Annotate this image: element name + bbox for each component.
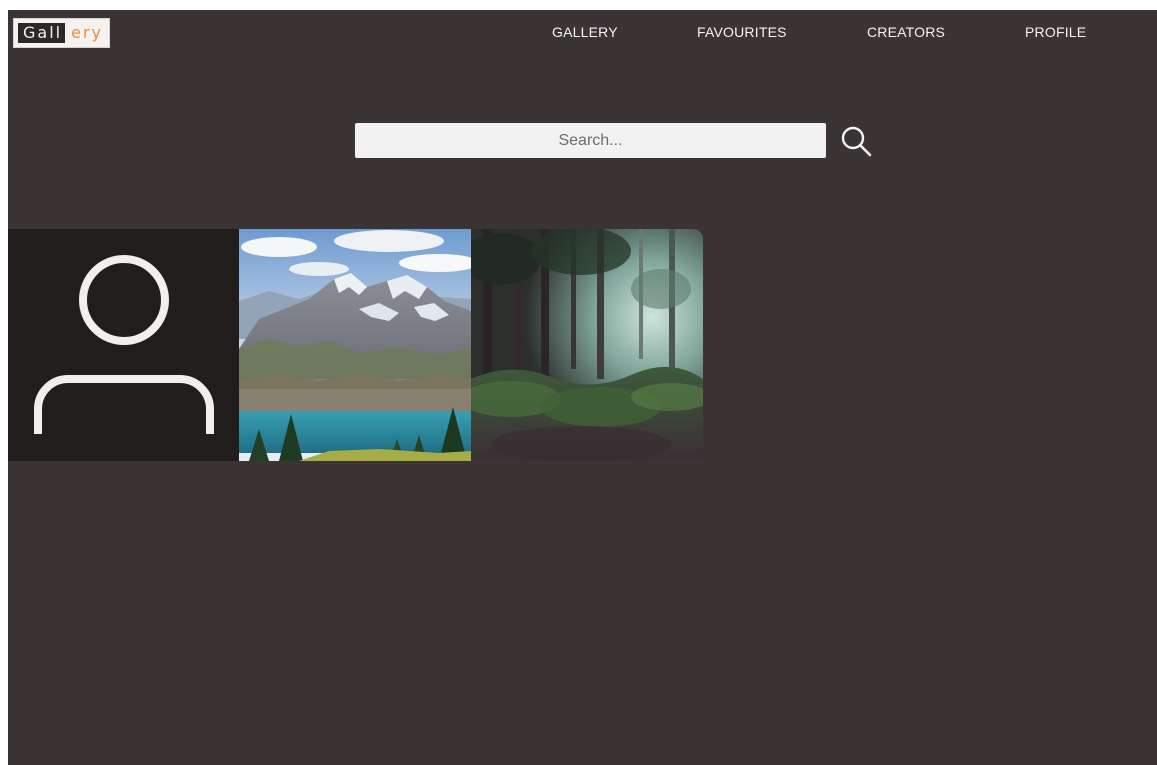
- forest-image: [471, 229, 703, 461]
- nav-favourites[interactable]: FAVOURITES: [697, 24, 787, 40]
- profile-tile[interactable]: [8, 229, 240, 461]
- nav-creators[interactable]: CREATORS: [867, 24, 945, 40]
- nav-profile[interactable]: PROFILE: [1025, 24, 1086, 40]
- user-icon: [34, 255, 214, 434]
- search-icon: [841, 126, 872, 157]
- app-window: Gall ery GALLERY FAVOURITES CREATORS PRO…: [8, 10, 1157, 765]
- gallery-grid: [8, 229, 704, 461]
- nav-gallery[interactable]: GALLERY: [552, 24, 618, 40]
- forest-photo[interactable]: [471, 229, 703, 461]
- search-button[interactable]: [839, 124, 875, 160]
- main-nav: GALLERY FAVOURITES CREATORS PROFILE: [8, 24, 1157, 44]
- search-input[interactable]: [355, 123, 826, 158]
- mountain-lake-photo[interactable]: [239, 229, 471, 461]
- mountain-lake-image: [239, 229, 471, 461]
